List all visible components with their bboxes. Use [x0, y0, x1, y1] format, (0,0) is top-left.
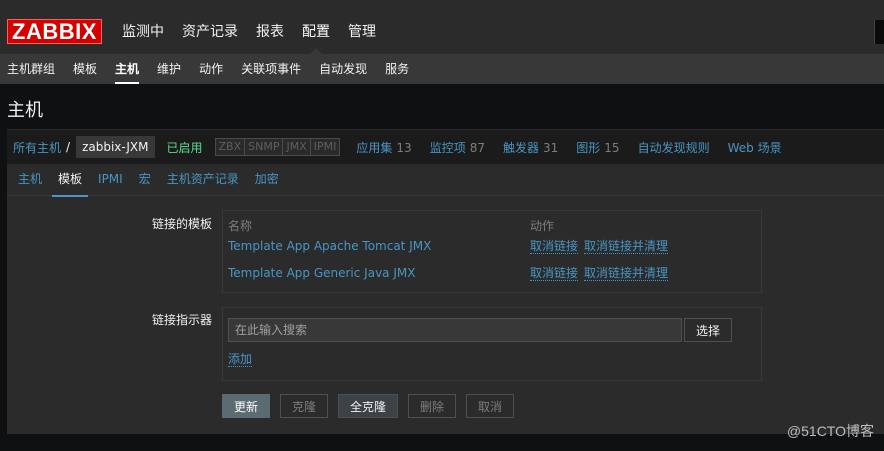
unlink-button[interactable]: 取消链接	[530, 240, 579, 254]
add-template-link[interactable]: 添加	[228, 353, 253, 367]
main-menu: 监测中 资产记录 报表 配置 管理	[113, 18, 385, 54]
tab-macros[interactable]: 宏	[133, 165, 157, 195]
stat-items[interactable]: 监控项 87	[430, 139, 485, 156]
watermark-text: @51CTO博客	[786, 423, 874, 439]
host-status-enabled[interactable]: 已启用	[167, 139, 203, 156]
breadcrumb-separator: /	[66, 140, 71, 154]
configuration-submenu: 主机群组 模板 主机 维护 动作 关联项事件 自动发现 服务	[0, 54, 884, 84]
tab-host[interactable]: 主机	[12, 165, 48, 195]
availability-zbx: ZBX	[218, 140, 242, 153]
availability-ipmi: IPMI	[309, 139, 340, 155]
breadcrumb-current-host[interactable]: zabbix-JXM	[76, 136, 155, 158]
host-form-tabs: 主机 模板 IPMI 宏 主机资产记录 加密	[7, 165, 884, 197]
submenu-discovery[interactable]: 自动发现	[313, 54, 373, 84]
unlink-and-clear-button[interactable]: 取消链接并清理	[584, 267, 669, 281]
stat-applications-label[interactable]: 应用集	[356, 141, 392, 155]
link-new-templates-box: 选择 添加	[222, 307, 762, 381]
zabbix-logo[interactable]: ZABBIX	[7, 19, 102, 44]
unlink-and-clear-button[interactable]: 取消链接并清理	[584, 240, 669, 254]
linked-template-generic-java[interactable]: Template App Generic Java JMX	[228, 266, 415, 280]
stat-triggers-label[interactable]: 触发器	[503, 141, 539, 155]
delete-button[interactable]: 删除	[408, 394, 456, 418]
link-new-templates-label: 链接指示器	[151, 313, 212, 327]
menu-reports[interactable]: 报表	[247, 18, 293, 46]
availability-jmx: JMX	[282, 139, 309, 155]
stat-graphs-label[interactable]: 图形	[576, 141, 600, 155]
top-navigation-bar: ZABBIX 监测中 资产记录 报表 配置 管理	[0, 0, 884, 54]
update-button[interactable]: 更新	[222, 394, 270, 418]
full-clone-button[interactable]: 全克隆	[338, 394, 398, 418]
submenu-templates[interactable]: 模板	[67, 54, 103, 84]
availability-snmp: SNMP	[244, 139, 282, 155]
clone-button[interactable]: 克隆	[280, 394, 328, 418]
select-button[interactable]: 选择	[684, 318, 732, 342]
linked-templates-table: 名称 动作 Template App Apache Tomcat JMX 取消链…	[222, 210, 762, 293]
menu-monitoring[interactable]: 监测中	[113, 18, 173, 46]
unlink-button[interactable]: 取消链接	[530, 267, 579, 281]
breadcrumb-all-hosts[interactable]: 所有主机	[13, 139, 61, 156]
host-breadcrumb-bar: 所有主机 / zabbix-JXM 已启用 ZBX SNMP JMX IPMI …	[7, 129, 884, 165]
stat-items-count: 87	[469, 140, 485, 155]
page-title: 主机	[7, 100, 43, 121]
submenu-event-correlation[interactable]: 关联项事件	[235, 54, 307, 84]
availability-indicators: ZBX SNMP JMX IPMI	[214, 138, 341, 156]
stat-triggers[interactable]: 触发器 31	[503, 139, 558, 156]
stat-applications-count: 13	[396, 140, 412, 155]
sub-navigation-bar: 主机群组 模板 主机 维护 动作 关联项事件 自动发现 服务	[0, 54, 884, 84]
host-form-panel: 主机 模板 IPMI 宏 主机资产记录 加密 链接的模板 名称 动作 Templ…	[7, 165, 884, 434]
menu-inventory[interactable]: 资产记录	[173, 18, 247, 46]
stat-items-label[interactable]: 监控项	[430, 141, 466, 155]
submenu-services[interactable]: 服务	[379, 54, 415, 84]
tab-encryption[interactable]: 加密	[249, 165, 285, 195]
submenu-host-groups[interactable]: 主机群组	[1, 54, 61, 84]
stat-graphs-count: 15	[604, 140, 620, 155]
linked-template-tomcat[interactable]: Template App Apache Tomcat JMX	[228, 239, 431, 253]
submenu-hosts[interactable]: 主机	[109, 54, 145, 84]
tab-ipmi[interactable]: IPMI	[92, 165, 129, 195]
cancel-button[interactable]: 取消	[466, 394, 514, 418]
web-scenarios-link[interactable]: Web 场景	[728, 139, 782, 156]
submenu-maintenance[interactable]: 维护	[151, 54, 187, 84]
column-header-action: 动作	[530, 219, 555, 233]
submenu-actions[interactable]: 动作	[193, 54, 229, 84]
stat-triggers-count: 31	[543, 140, 559, 155]
template-search-input[interactable]	[228, 318, 682, 342]
column-header-name: 名称	[228, 219, 253, 233]
menu-administration[interactable]: 管理	[339, 18, 385, 46]
stat-applications[interactable]: 应用集 13	[356, 139, 411, 156]
discovery-rules-link[interactable]: 自动发现规则	[638, 139, 710, 156]
stat-graphs[interactable]: 图形 15	[576, 139, 619, 156]
menu-configuration[interactable]: 配置	[293, 18, 339, 54]
tab-host-inventory[interactable]: 主机资产记录	[161, 165, 245, 195]
linked-templates-label: 链接的模板	[151, 217, 212, 231]
tab-templates[interactable]: 模板	[52, 165, 89, 197]
global-search-box-edge[interactable]	[874, 20, 884, 44]
